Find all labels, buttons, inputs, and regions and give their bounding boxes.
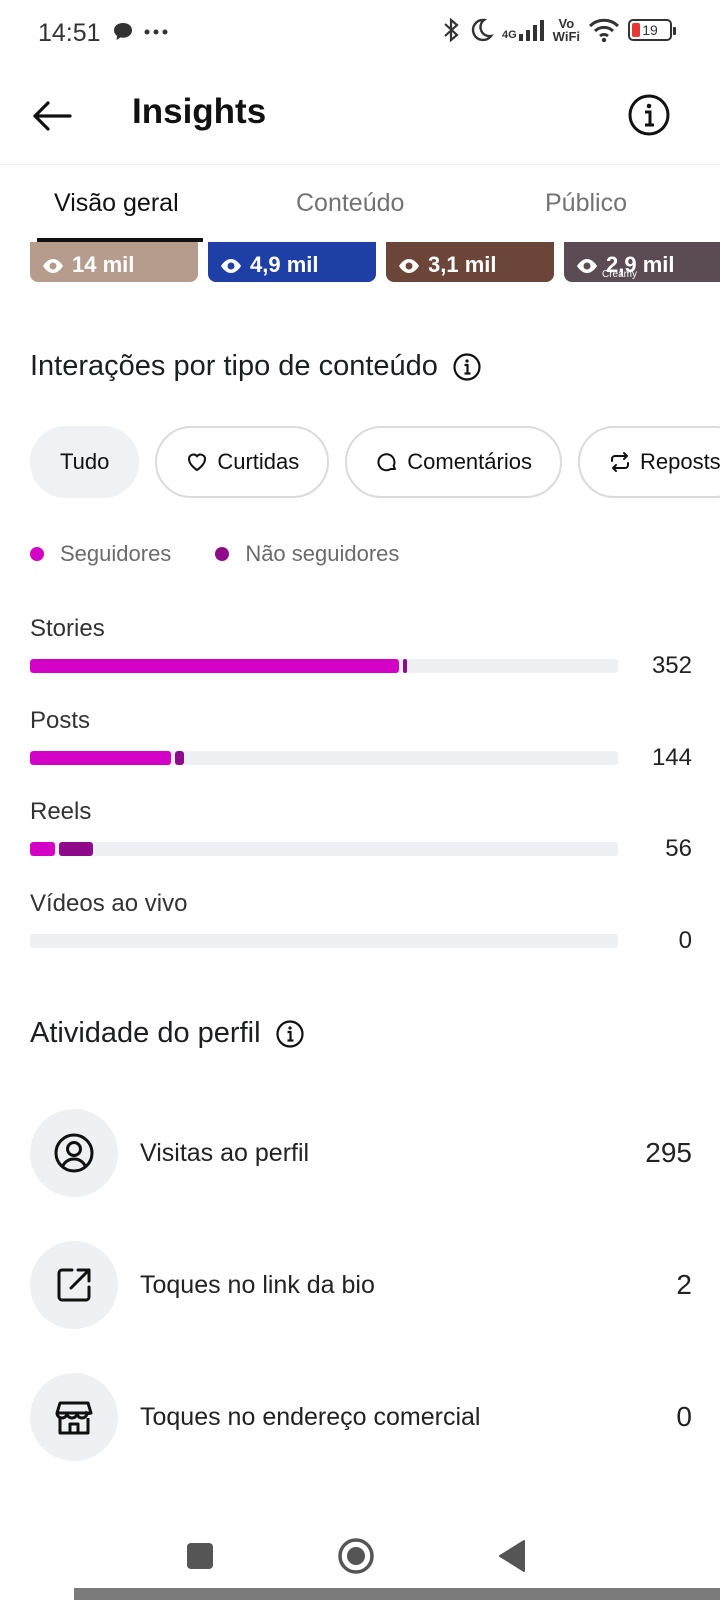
bar-followers (30, 842, 55, 856)
eye-icon (221, 259, 241, 273)
chip-tudo[interactable]: Tudo (30, 426, 140, 498)
bar-track (30, 659, 618, 673)
top-content-carousel: 14 mil 4,9 mil 3,1 mil 2,9 mil Creamy (0, 242, 720, 282)
legend-item: Não seguidores (215, 541, 399, 567)
content-thumbnail[interactable]: 4,9 mil (208, 242, 376, 282)
bar-row-live-videos: Vídeos ao vivo 0 (30, 890, 692, 954)
volte-indicator: Vo WiFi (552, 16, 580, 44)
tab-publico[interactable]: Público (545, 189, 627, 218)
more-dots-icon (144, 29, 168, 35)
chart-legend: Seguidores Não seguidores (30, 541, 399, 567)
status-time: 14:51 (38, 19, 101, 47)
interactions-section-title: Interações por tipo de conteúdo (30, 350, 482, 383)
profile-icon (54, 1133, 94, 1173)
repost-icon (610, 452, 629, 472)
square-icon (187, 1543, 213, 1569)
store-icon (55, 1401, 93, 1435)
gesture-bar (74, 1588, 720, 1600)
content-type-filter: Tudo Curtidas Comentários Reposts (30, 426, 720, 498)
content-thumbnail[interactable]: 3,1 mil (386, 242, 554, 282)
bar-row-reels: Reels 56 (30, 798, 692, 862)
legend-item: Seguidores (30, 541, 171, 567)
comment-icon (377, 453, 397, 472)
bar-non-followers (402, 659, 408, 673)
app-header: Insights (0, 68, 720, 164)
tab-conteudo[interactable]: Conteúdo (296, 189, 404, 218)
bar-track (30, 751, 618, 765)
content-thumbnail[interactable]: 14 mil (30, 242, 198, 282)
battery-icon: 19 (628, 19, 676, 41)
bar-row-stories: Stories 352 (30, 615, 692, 679)
chat-bubble-icon (114, 23, 132, 40)
page-title: Insights (132, 92, 267, 131)
bar-non-followers (175, 751, 184, 765)
bar-track (30, 934, 618, 948)
info-icon (628, 94, 670, 136)
moon-icon (471, 18, 494, 42)
info-button[interactable] (626, 92, 672, 138)
eye-icon (43, 259, 63, 273)
tab-visao-geral[interactable]: Visão geral (54, 189, 179, 218)
activity-row-bio-link-taps[interactable]: Toques no link da bio 2 (30, 1241, 692, 1329)
bar-row-posts: Posts 144 (30, 707, 692, 771)
bar-followers (30, 751, 172, 765)
back-nav-button[interactable] (490, 1534, 534, 1578)
chip-comentarios[interactable]: Comentários (345, 426, 562, 498)
legend-dot (215, 547, 230, 561)
wifi-icon (588, 18, 620, 43)
cell-signal-icon: 4G (502, 19, 545, 41)
info-icon[interactable] (275, 1019, 305, 1049)
tab-bar: Visão geral Conteúdo Público (0, 164, 720, 242)
recent-apps-button[interactable] (178, 1534, 222, 1578)
status-bar: 14:51 4G Vo WiFi 19 (0, 0, 720, 68)
eye-icon (577, 259, 597, 273)
bar-non-followers (58, 842, 93, 856)
home-circle-icon (338, 1538, 374, 1574)
activity-row-profile-visits[interactable]: Visitas ao perfil 295 (30, 1109, 692, 1197)
info-icon[interactable] (452, 352, 482, 382)
bar-followers (30, 659, 399, 673)
chip-curtidas[interactable]: Curtidas (155, 426, 330, 498)
home-button[interactable] (334, 1534, 378, 1578)
eye-icon (399, 259, 419, 273)
legend-dot (30, 547, 44, 561)
content-thumbnail[interactable]: 2,9 mil Creamy (564, 242, 720, 282)
back-button[interactable] (28, 92, 76, 140)
profile-activity-section-title: Atividade do perfil (30, 1017, 305, 1050)
arrow-left-icon (33, 101, 72, 131)
bar-track (30, 842, 618, 856)
external-link-icon (57, 1268, 91, 1302)
triangle-back-icon (499, 1540, 525, 1572)
activity-row-business-address-taps[interactable]: Toques no endereço comercial 0 (30, 1373, 692, 1461)
bluetooth-icon (444, 17, 459, 43)
system-nav-bar (0, 1520, 720, 1600)
chip-reposts[interactable]: Reposts (577, 426, 720, 498)
heart-icon (188, 453, 207, 472)
